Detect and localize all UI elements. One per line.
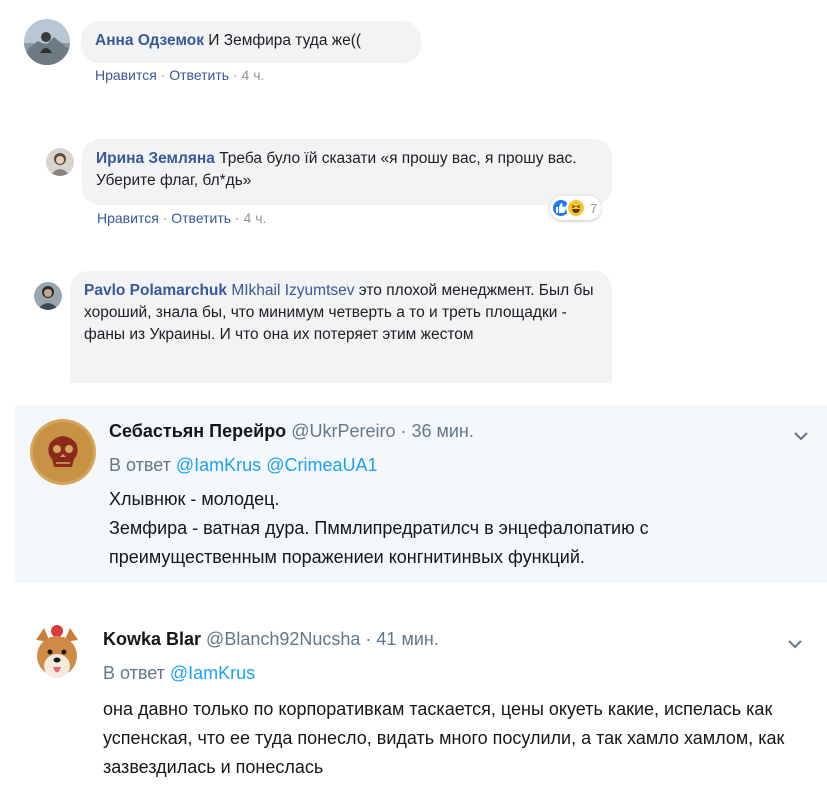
like-link[interactable]: Нравится [95,67,157,83]
comment-author[interactable]: Анна Одземок [95,32,204,49]
like-link[interactable]: Нравится [97,210,159,226]
tweet[interactable]: Себастьян Перейро @UkrPereiro · 36 мин. … [15,405,827,583]
separator: · [231,210,244,226]
avatar[interactable] [24,622,90,688]
reactions-badge[interactable]: 7 [550,196,602,220]
avatar[interactable] [46,148,74,176]
tweet-time[interactable]: 36 мин. [411,421,473,441]
comment-actions: Нравится · Ответить · 4 ч. [95,67,264,83]
reply-link[interactable]: Ответить [169,67,229,83]
author-handle[interactable]: @UkrPereiro [286,421,395,441]
tweet-header: Kowka Blar @Blanch92Nucsha · 41 мин. [103,629,439,650]
haha-reaction-icon [566,198,586,218]
avatar[interactable] [24,19,70,65]
separator: · [229,67,242,83]
reply-mention[interactable]: @IamKrus [176,455,261,475]
reply-mention[interactable]: @IamKrus [170,663,255,683]
comment-bubble: Ирина Земляна Треба було їй сказати «я п… [82,139,612,205]
tweet-header: Себастьян Перейро @UkrPereiro · 36 мин. [109,421,474,442]
comment-time[interactable]: 4 ч. [242,67,265,83]
avatar[interactable] [34,282,62,310]
comment-text: И Земфира туда же(( [203,32,362,49]
separator: · [158,210,172,226]
chevron-down-icon[interactable] [791,426,811,446]
reply-link[interactable]: Ответить [171,210,231,226]
fb-comment: Ирина Земляна Треба було їй сказати «я п… [0,130,827,240]
tweet-text: она давно только по корпоративкам таскае… [103,699,785,777]
reply-prefix: В ответ [103,663,170,683]
reactions-count: 7 [590,200,598,216]
separator: · [360,629,377,649]
comment-bubble: Анна Одземок И Земфира туда же(( [81,21,421,63]
mentioned-user[interactable]: MIkhail Izyumtsev [231,282,354,299]
comment-author[interactable]: Pavlo Polamarchuk [84,282,227,299]
separator: · [156,67,170,83]
author-handle[interactable]: @Blanch92Nucsha [201,629,360,649]
tweet-time[interactable]: 41 мин. [376,629,438,649]
tweet-text: Хлывнюк - молодец. Земфира - ватная дура… [109,485,809,572]
fb-comment: Анна Одземок И Земфира туда же(( Нравитс… [0,0,827,95]
chevron-down-icon[interactable] [785,634,805,654]
comment-author[interactable]: Ирина Земляна [96,150,215,167]
author-name[interactable]: Kowka Blar [103,629,201,649]
avatar[interactable] [30,419,96,485]
comment-actions: Нравится · Ответить · 4 ч. [97,210,266,226]
comment-time[interactable]: 4 ч. [244,210,267,226]
tweet[interactable]: Kowka Blar @Blanch92Nucsha · 41 мин. В о… [15,610,827,795]
reply-mention[interactable]: @CrimeaUA1 [266,455,377,475]
tweet-text-line: Хлывнюк - молодец. [109,489,280,509]
comment-bubble: Pavlo Polamarchuk MIkhail Izyumtsev это … [70,271,612,383]
reply-to: В ответ @IamKrus @CrimeaUA1 [109,455,378,476]
reply-prefix: В ответ [109,455,176,475]
separator: · [395,421,412,441]
fb-comment: Pavlo Polamarchuk MIkhail Izyumtsev это … [0,265,827,383]
tweet-text-line: Земфира - ватная дура. Пммлипредратилсч … [109,518,649,567]
reply-to: В ответ @IamKrus [103,663,255,684]
author-name[interactable]: Себастьян Перейро [109,421,286,441]
